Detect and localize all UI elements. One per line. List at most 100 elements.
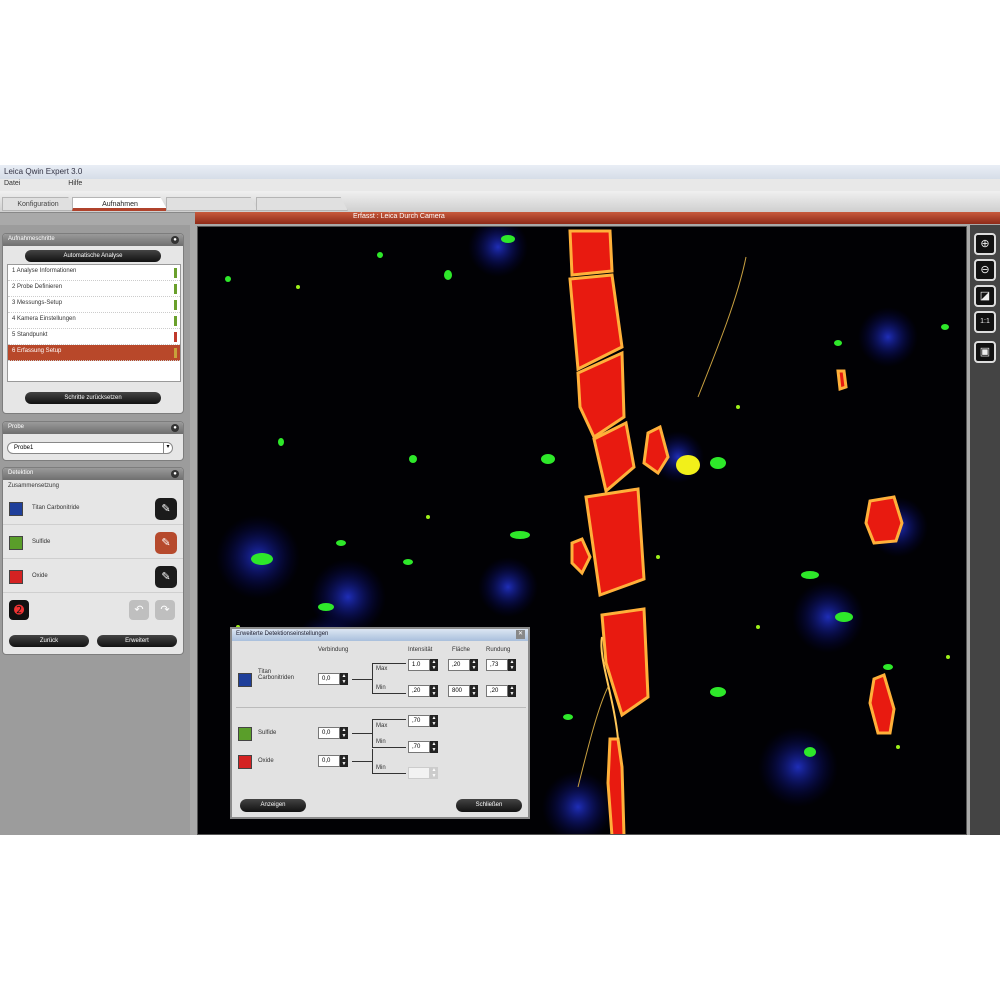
menu-item-datei[interactable]: Datei xyxy=(4,180,20,187)
pen-icon[interactable]: ✎ xyxy=(155,566,177,588)
dialog-title: Erweiterte Detektionseinstellungen xyxy=(236,631,329,637)
application-window: Leica Qwin Expert 3.0 Datei Hilfe Konfig… xyxy=(0,165,1000,835)
show-button[interactable]: Anzeigen xyxy=(240,799,306,812)
close-icon[interactable]: ✕ xyxy=(516,630,525,639)
spinner-icon[interactable]: ▲ ▼ xyxy=(430,741,438,753)
roundness-max-input[interactable]: ,73 xyxy=(486,659,508,671)
spinner-icon[interactable]: ▲ ▼ xyxy=(430,659,438,671)
image-view-header: Erfasst : Leica Durch Camera xyxy=(195,212,1000,224)
spinner-icon[interactable]: ▲ ▼ xyxy=(508,685,516,697)
reset-steps-button[interactable]: Schritte zurücksetzen xyxy=(25,392,161,404)
step-item[interactable]: 6 Erfassung Setup xyxy=(8,345,180,361)
step-item[interactable]: 3 Messungs-Setup xyxy=(8,297,180,313)
phase-color-swatch[interactable] xyxy=(9,570,23,584)
advanced-button[interactable]: Erweitert xyxy=(97,635,177,647)
tab-step-4[interactable] xyxy=(256,197,348,211)
column-header-roundness: Rundung xyxy=(486,647,511,653)
phase-row: Titan Carbonitride ✎ xyxy=(3,492,183,525)
intensity-min-input[interactable]: ,70 xyxy=(408,741,430,753)
roundness-min-input[interactable]: ,20 xyxy=(486,685,508,697)
phase-color-swatch[interactable] xyxy=(9,536,23,550)
zoom-in-icon[interactable]: ⊕ xyxy=(974,233,996,255)
analysis-mode-button[interactable]: Automatische Analyse xyxy=(25,250,161,262)
phase-name: Oxide xyxy=(32,573,48,579)
fit-icon[interactable]: ◪ xyxy=(974,285,996,307)
step-label: 4 Kamera Einstellungen xyxy=(12,316,76,322)
detection-panel-title: Detektion xyxy=(8,470,34,476)
actual-size-icon[interactable]: 1:1 xyxy=(974,311,996,333)
connector-line xyxy=(372,693,406,694)
intensity-max-input[interactable]: 1.0 xyxy=(408,659,430,671)
column-header-connection: Verbindung xyxy=(318,647,349,653)
phase-row: Sulfide ✎ xyxy=(3,526,183,559)
collapse-icon[interactable]: ● xyxy=(171,424,179,432)
phase-name: Titan Carbonitriden xyxy=(258,669,295,681)
analysis-panel: Aufnahmeschritte ● Automatische Analyse … xyxy=(2,233,184,414)
back-button[interactable]: Zurück xyxy=(9,635,89,647)
step-status-marker xyxy=(174,268,177,278)
detection-subtitle: Zusammensetzung xyxy=(8,483,60,489)
step-label: 5 Standpunkt xyxy=(12,332,48,338)
tab-step-3[interactable] xyxy=(166,197,258,211)
area-min-input[interactable]: 800 xyxy=(448,685,470,697)
spinner-icon[interactable]: ▲ ▼ xyxy=(340,727,348,739)
connector-line xyxy=(372,663,373,693)
close-button[interactable]: Schließen xyxy=(456,799,522,812)
phase-color-swatch[interactable] xyxy=(9,502,23,516)
step-label: 2 Probe Definieren xyxy=(12,284,63,290)
undo-icon[interactable]: ↶ xyxy=(129,600,149,620)
area-max-input[interactable]: ,20 xyxy=(448,659,470,671)
intensity-min-input[interactable]: ,20 xyxy=(408,685,430,697)
collapse-icon[interactable]: ● xyxy=(171,236,179,244)
step-item[interactable]: 1 Analyse Informationen xyxy=(8,265,180,281)
connection-input[interactable]: 0,0 xyxy=(318,727,340,739)
redo-icon[interactable]: ↷ xyxy=(155,600,175,620)
phase-name: Sulfide xyxy=(32,539,51,545)
spinner-icon[interactable]: ▲ ▼ xyxy=(340,673,348,685)
step-item[interactable]: 5 Standpunkt xyxy=(8,329,180,345)
probe-select[interactable]: Probe1 xyxy=(7,442,172,454)
step-item[interactable]: 2 Probe Definieren xyxy=(8,281,180,297)
connection-input[interactable]: 0,0 xyxy=(318,755,340,767)
pen-icon[interactable]: ✎ xyxy=(155,498,177,520)
window-titlebar: Leica Qwin Expert 3.0 xyxy=(0,165,1000,179)
min-label: Min xyxy=(376,739,386,745)
pen-icon[interactable]: ✎ xyxy=(155,532,177,554)
spinner-icon[interactable]: ▲ ▼ xyxy=(340,755,348,767)
steps-list: 1 Analyse Informationen 2 Probe Definiere… xyxy=(7,264,181,382)
step-item[interactable]: 4 Kamera Einstellungen xyxy=(8,313,180,329)
phase-color-swatch xyxy=(238,755,252,769)
step-status-marker xyxy=(174,300,177,310)
intensity-min-input-disabled xyxy=(408,767,430,779)
analysis-panel-title: Aufnahmeschritte xyxy=(8,236,55,242)
connector-line xyxy=(372,719,373,747)
probe-panel-header: Probe ● xyxy=(3,422,183,434)
spinner-icon[interactable]: ▲ ▼ xyxy=(470,685,478,697)
menu-item-hilfe[interactable]: Hilfe xyxy=(68,180,82,187)
connector-line xyxy=(372,663,406,664)
connection-input[interactable]: 0,0 xyxy=(318,673,340,685)
collapse-icon[interactable]: ● xyxy=(171,470,179,478)
tab-aufnahmen[interactable]: Aufnahmen xyxy=(72,197,168,211)
intensity-max-input[interactable]: ,70 xyxy=(408,715,430,727)
spinner-icon[interactable]: ▲ ▼ xyxy=(430,685,438,697)
phase-name: Oxide xyxy=(258,758,274,764)
analysis-panel-header: Aufnahmeschritte ● xyxy=(3,234,183,246)
spinner-icon[interactable]: ▲ ▼ xyxy=(508,659,516,671)
phase-row: Oxide ✎ xyxy=(3,560,183,593)
zoom-out-icon[interactable]: ⊖ xyxy=(974,259,996,281)
spinner-icon[interactable]: ▲ ▼ xyxy=(430,715,438,727)
overlay-icon[interactable]: ▣ xyxy=(974,341,996,363)
min-label: Min xyxy=(376,765,386,771)
dropdown-icon[interactable]: ▾ xyxy=(163,442,173,454)
min-label: Min xyxy=(376,685,386,691)
spinner-icon[interactable]: ▲ ▼ xyxy=(470,659,478,671)
connector-line xyxy=(372,749,373,773)
step-status-marker xyxy=(174,348,177,358)
phase-name: Sulfide xyxy=(258,730,277,736)
max-label: Max xyxy=(376,666,388,672)
tab-konfiguration[interactable]: Konfiguration xyxy=(2,197,74,211)
add-phase-icon[interactable]: ➋ xyxy=(9,600,29,620)
window-title: Leica Qwin Expert 3.0 xyxy=(4,167,83,176)
step-status-marker xyxy=(174,284,177,294)
